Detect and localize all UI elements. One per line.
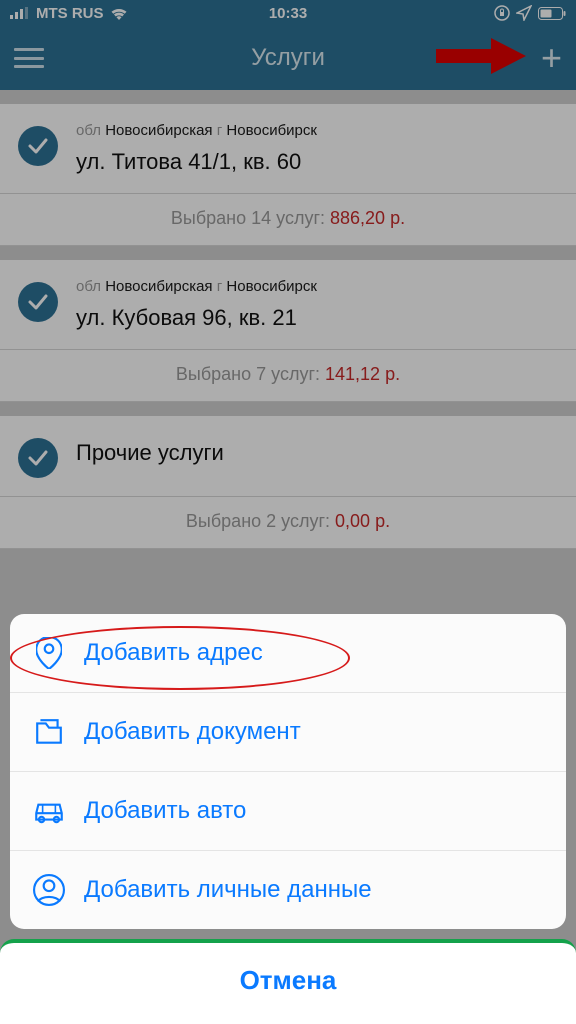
person-icon — [32, 873, 66, 907]
add-auto-option[interactable]: Добавить авто — [10, 772, 566, 851]
option-label: Добавить адрес — [84, 639, 263, 667]
document-icon — [32, 715, 66, 749]
option-label: Добавить документ — [84, 718, 301, 746]
cancel-button[interactable]: Отмена — [0, 939, 576, 1024]
add-address-option[interactable]: Добавить адрес — [10, 614, 566, 693]
add-document-option[interactable]: Добавить документ — [10, 693, 566, 772]
car-icon — [32, 794, 66, 828]
option-label: Добавить авто — [84, 797, 246, 825]
add-personal-option[interactable]: Добавить личные данные — [10, 851, 566, 929]
pin-icon — [32, 636, 66, 670]
action-sheet: Добавить адрес Добавить документ Добавит… — [10, 614, 566, 1024]
option-label: Добавить личные данные — [84, 876, 372, 904]
